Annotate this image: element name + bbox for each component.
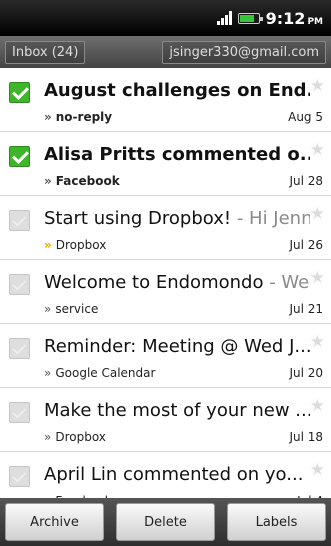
clock: 9:12 PM [266,9,323,28]
reply-arrow-icon: » [44,174,52,188]
star-icon[interactable]: ★ [310,396,325,416]
message-sender: »Facebook [44,174,120,188]
message-date: Jul 18 [289,430,323,444]
reply-arrow-icon: » [44,110,52,124]
battery-fill [239,14,254,22]
reply-arrow-icon: » [44,430,52,444]
reply-arrow-icon: » [44,302,52,316]
message-date: Jul 26 [289,238,323,252]
message-date: Aug 5 [288,110,323,124]
message-row[interactable]: August challenges on End... ★ » no-reply Aug… [0,68,331,132]
message-row[interactable]: Make the most of your new ... ★ » Dropbox Ju… [0,388,331,452]
subject-text: Welcome to Endomondo [44,272,264,293]
message-sender: » Dropbox [44,238,106,252]
sender-name: no-reply [55,110,113,124]
message-subject: Start using Dropbox! - Hi Jenni... [44,208,310,229]
message-list[interactable]: August challenges on End... ★» no-reply Aug… [0,68,331,498]
subject-text: Make the most of your new ... [44,400,310,421]
message-row[interactable]: Alisa Pritts commented o... -...★ »Facebo… [0,132,331,196]
message-checkbox[interactable] [9,402,30,423]
message-subject: Reminder: Meeting @ Wed J... [44,336,310,357]
message-sender: » no-reply [44,110,112,124]
message-row[interactable]: Welcome to Endomondo - We...★ »service Jul… [0,260,331,324]
message-date: Jul 20 [289,366,323,380]
delete-button[interactable]: Delete [116,503,215,541]
message-date: Jul 21 [289,302,323,316]
subject-text: Reminder: Meeting @ Wed J... [44,336,310,357]
message-checkbox[interactable] [9,466,30,487]
message-checkbox[interactable] [9,274,30,295]
star-icon[interactable]: ★ [310,268,325,288]
clock-time: 9:12 [265,8,306,28]
message-checkbox[interactable] [9,338,30,359]
reply-arrow-icon: » [44,366,52,380]
reply-arrow-icon: » [44,238,52,252]
inbox-label[interactable]: Inbox (24) [5,40,86,64]
snippet-text: - Hi Jenni... [236,208,310,229]
subject-text: April Lin commented on yo... [44,464,304,485]
sender-name: service [55,302,99,316]
battery-icon [237,12,263,24]
message-date: Jul 28 [289,174,323,188]
subject-text: Alisa Pritts commented o... [44,144,310,165]
snippet-text: - We... [269,272,310,293]
message-checkbox[interactable] [9,82,30,103]
sender-name: Dropbox [55,430,106,444]
star-icon[interactable]: ★ [310,204,325,224]
account-label[interactable]: jsinger330@gmail.com [162,40,326,64]
message-sender: » Google Calendar [44,366,155,380]
sender-name: Google Calendar [55,366,156,380]
star-icon[interactable]: ★ [310,76,325,96]
message-row[interactable]: April Lin commented on yo... -...★»Faceb… [0,452,331,498]
message-subject: Welcome to Endomondo - We... [44,272,310,293]
subject-text: August challenges on End... [44,80,310,101]
message-sender: » service [44,302,98,316]
star-icon[interactable]: ★ [310,460,325,480]
sender-name: Dropbox [55,238,107,252]
signal-icon [216,11,232,25]
bottom-toolbar: Archive Delete Labels [0,498,331,546]
labels-button[interactable]: Labels [227,503,326,541]
message-subject: April Lin commented on yo... -... [44,464,310,485]
sender-name: Facebook [55,174,120,188]
message-subject: Make the most of your new ... [44,400,310,421]
message-checkbox[interactable] [9,210,30,231]
message-subject: August challenges on End... [44,80,310,101]
message-sender: » Dropbox [44,430,106,444]
message-row[interactable]: Reminder: Meeting @ Wed J... ★ » Google Cal… [0,324,331,388]
archive-button[interactable]: Archive [5,503,104,541]
subject-text: Start using Dropbox! [44,208,232,229]
star-icon[interactable]: ★ [310,332,325,352]
message-checkbox[interactable] [9,146,30,167]
message-subject: Alisa Pritts commented o... -... [44,144,310,165]
message-row[interactable]: Start using Dropbox! - Hi Jenni...★ »Drop… [0,196,331,260]
mail-header: Inbox (24) jsinger330@gmail.com [0,36,331,68]
star-icon[interactable]: ★ [310,140,325,160]
status-bar: 9:12 PM [0,0,331,36]
clock-ampm: PM [307,16,323,27]
